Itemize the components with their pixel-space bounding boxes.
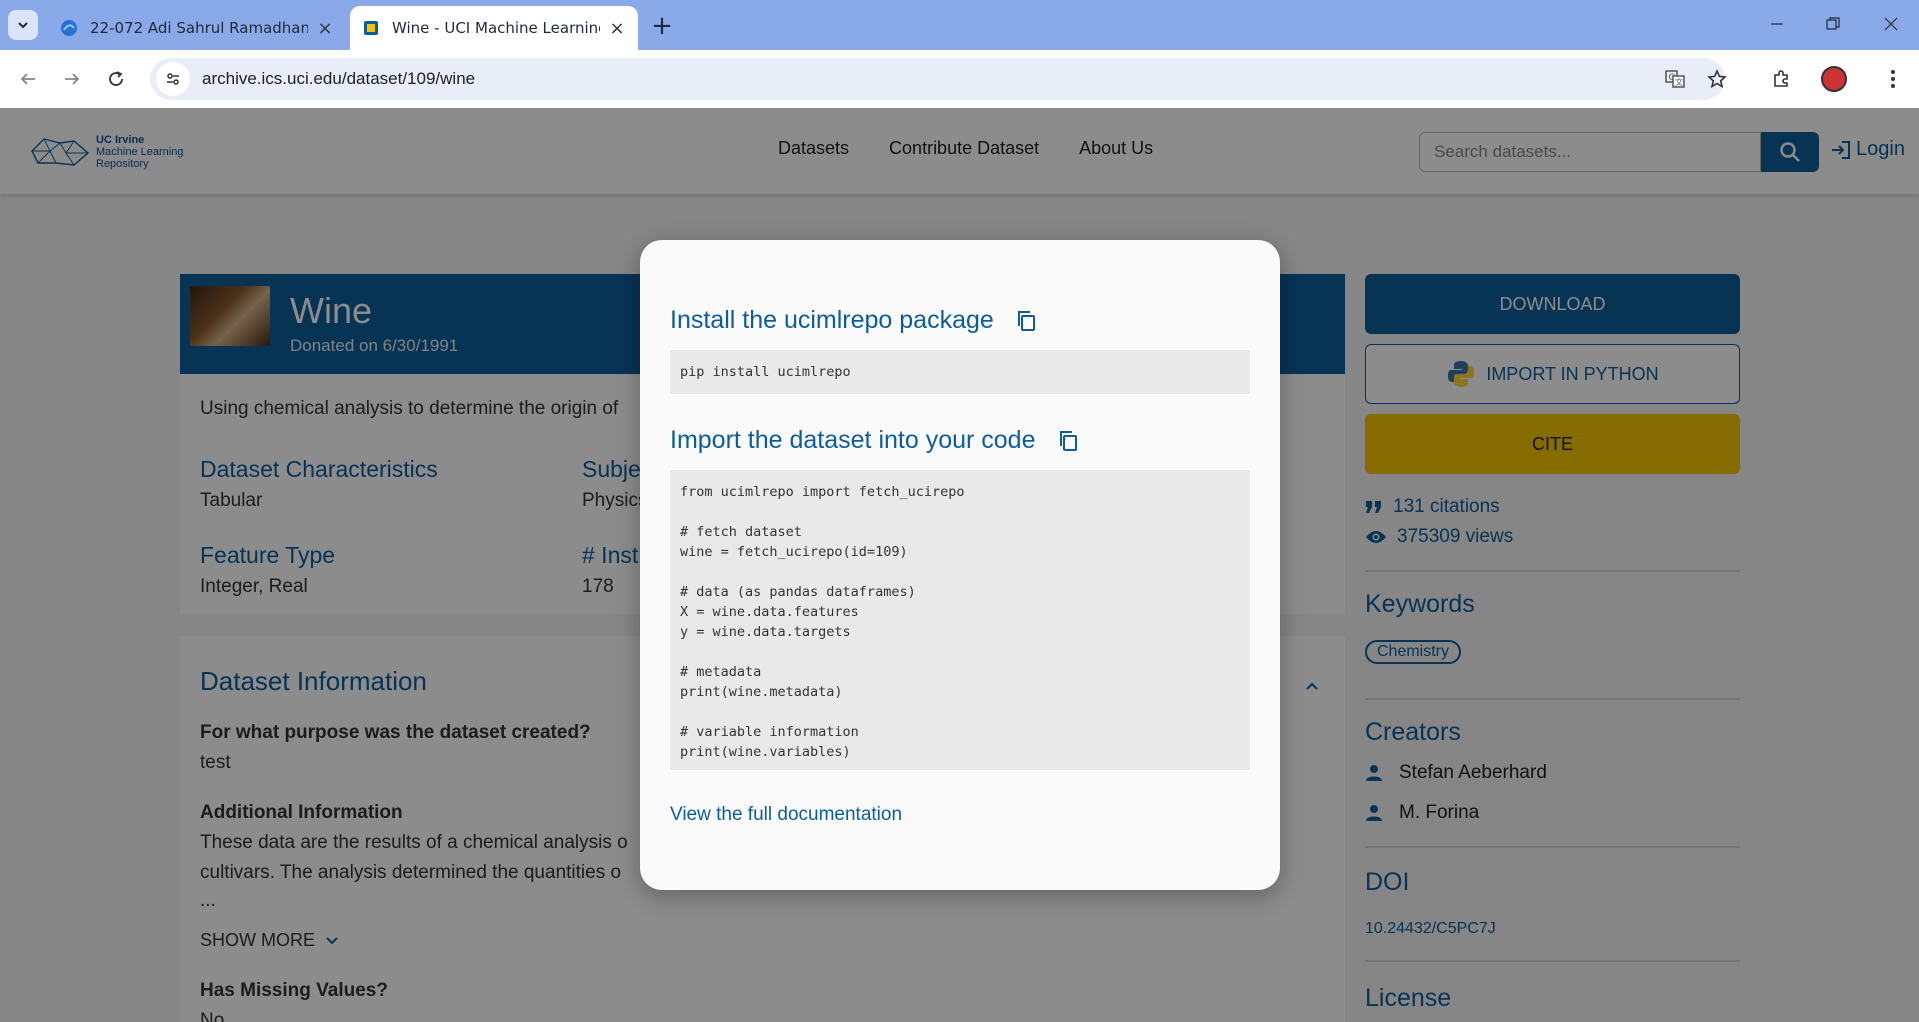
site-info-icon[interactable] <box>156 62 190 96</box>
documentation-link[interactable]: View the full documentation <box>670 804 902 826</box>
chevron-down-icon <box>18 22 28 29</box>
import-code-block[interactable]: from ucimlrepo import fetch_ucirepo # fe… <box>670 470 1250 770</box>
browser-toolbar: archive.ics.uci.edu/dataset/109/wine G文 <box>0 50 1919 108</box>
edge-favicon-icon <box>61 20 77 36</box>
extensions-icon[interactable] <box>1765 63 1797 95</box>
tab-title: 22-072 Adi Sahrul Ramadhan | I <box>90 19 308 37</box>
tab-search-button[interactable] <box>8 10 38 40</box>
close-tab-icon[interactable]: × <box>608 18 626 39</box>
tab-title: Wine - UCI Machine Learning R <box>392 19 600 37</box>
install-code-block[interactable]: pip install ucimlrepo <box>670 350 1250 394</box>
install-heading: Install the ucimlrepo package <box>670 306 1040 335</box>
import-python-modal: Install the ucimlrepo package pip instal… <box>640 240 1280 890</box>
more-menu-icon[interactable] <box>1877 63 1909 95</box>
tab-adi-sahrul[interactable]: 22-072 Adi Sahrul Ramadhan | I × <box>48 6 346 50</box>
copy-icon[interactable] <box>1056 428 1082 454</box>
address-bar[interactable]: archive.ics.uci.edu/dataset/109/wine G文 <box>150 58 1727 100</box>
svg-text:文: 文 <box>1675 77 1683 87</box>
back-icon[interactable] <box>12 63 44 95</box>
restore-icon[interactable] <box>1813 8 1853 40</box>
import-heading: Import the dataset into your code <box>670 426 1082 455</box>
bookmark-star-icon[interactable] <box>1702 64 1732 94</box>
uci-favicon-icon <box>364 21 378 35</box>
minimize-icon[interactable] <box>1757 8 1797 40</box>
url-text[interactable]: archive.ics.uci.edu/dataset/109/wine <box>202 69 475 89</box>
copy-icon[interactable] <box>1014 308 1040 334</box>
forward-icon[interactable] <box>56 63 88 95</box>
tab-strip: 22-072 Adi Sahrul Ramadhan | I × Wine - … <box>0 0 1919 50</box>
tab-wine-uci[interactable]: Wine - UCI Machine Learning R × <box>350 6 638 50</box>
new-tab-button[interactable]: + <box>648 11 676 41</box>
avatar[interactable] <box>1818 63 1850 95</box>
translate-icon[interactable]: G文 <box>1660 64 1690 94</box>
close-tab-icon[interactable]: × <box>316 18 334 39</box>
reload-icon[interactable] <box>100 63 132 95</box>
close-window-icon[interactable] <box>1871 8 1911 40</box>
